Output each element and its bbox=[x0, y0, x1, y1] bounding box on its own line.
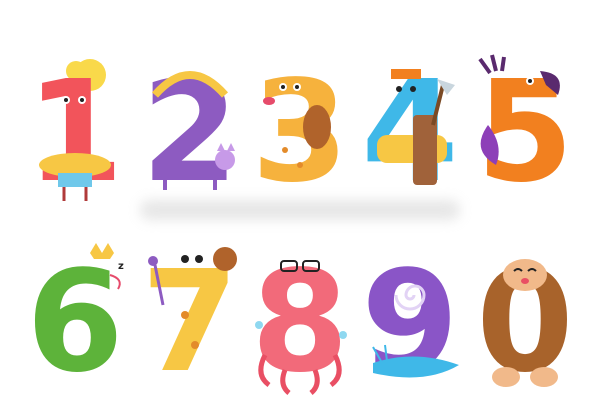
digit-6-snake: 6 z bbox=[20, 241, 130, 404]
number-animals-illustration: 1 2 3 4 5 6 z 7 8 9 0 bbox=[0, 0, 600, 420]
digit-3-giraffe: 3 bbox=[245, 51, 355, 214]
digit-8-octopus: 8 bbox=[245, 241, 355, 404]
digit-9-glyph: 9 bbox=[361, 241, 458, 404]
digit-1-horse: 1 bbox=[20, 51, 130, 214]
digit-5-parrot: 5 bbox=[470, 51, 580, 214]
watermark bbox=[140, 190, 460, 230]
digit-6-glyph: 6 bbox=[26, 241, 123, 404]
digit-0-monkey: 0 bbox=[470, 241, 580, 404]
digit-1-glyph: 1 bbox=[26, 51, 123, 214]
digit-7-giraffe: 7 bbox=[135, 241, 245, 404]
digit-9-snail: 9 bbox=[355, 241, 465, 404]
digit-4-badger: 4 bbox=[355, 51, 465, 214]
digit-2-cat: 2 bbox=[135, 51, 245, 214]
svg-text:z: z bbox=[118, 261, 124, 272]
